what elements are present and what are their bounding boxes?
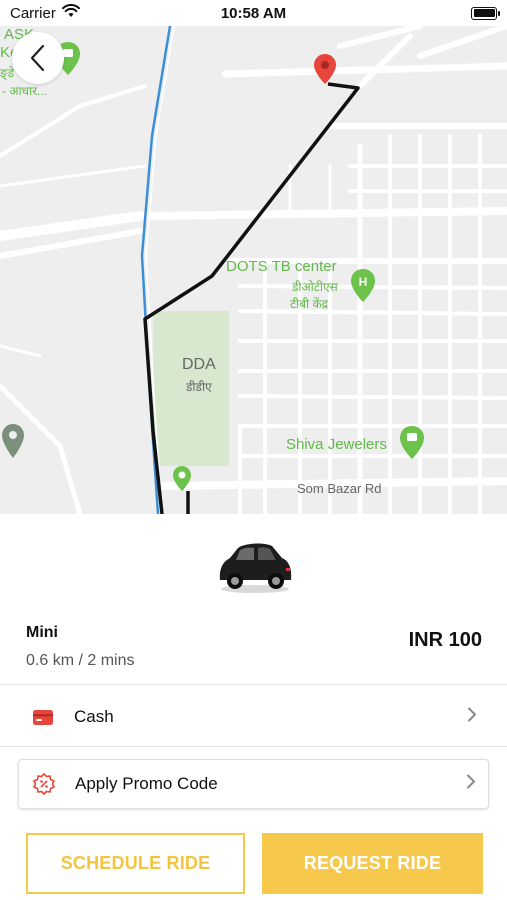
request-ride-button[interactable]: REQUEST RIDE — [262, 833, 483, 894]
credit-card-icon — [28, 702, 58, 732]
promo-code-row[interactable]: Apply Promo Code — [18, 759, 489, 809]
map-label-dda-hindi: डीडीए — [186, 380, 212, 394]
map-label-road: Som Bazar Rd — [297, 481, 382, 496]
map-label-dots-hindi: डीओटीएस — [292, 280, 338, 294]
car-image — [214, 536, 296, 596]
hospital-pin-icon: H — [351, 269, 375, 302]
ride-distance-time: 0.6 km / 2 mins — [26, 652, 135, 669]
map-label-ask: - आधार... — [2, 84, 47, 98]
wifi-icon — [61, 4, 80, 22]
divider — [0, 684, 507, 685]
back-button[interactable] — [12, 32, 64, 84]
destination-pin-icon — [314, 54, 336, 84]
poi-pin-icon — [2, 424, 24, 458]
svg-text:H: H — [359, 275, 368, 289]
chevron-right-icon — [467, 707, 477, 728]
chevron-left-icon — [30, 44, 45, 72]
chevron-right-icon — [466, 774, 476, 795]
divider — [0, 746, 507, 747]
payment-method-row[interactable]: Cash — [18, 700, 489, 734]
status-bar: Carrier 10:58 AM — [0, 0, 507, 26]
discount-badge-icon — [29, 769, 59, 799]
status-left: Carrier — [10, 4, 80, 22]
ride-price: INR 100 — [408, 629, 482, 651]
promo-code-label: Apply Promo Code — [75, 774, 218, 793]
map-label-dots: DOTS TB center — [226, 258, 337, 275]
battery-icon — [471, 6, 500, 20]
schedule-ride-button[interactable]: SCHEDULE RIDE — [26, 833, 245, 894]
map-view[interactable]: H ASK - Ke ङ्डे - आधार... DOTS TB center… — [0, 26, 507, 514]
map-label-dda: DDA — [182, 356, 216, 373]
map-label-ask: ङ्डे — [0, 66, 15, 80]
payment-method-label: Cash — [74, 707, 114, 726]
ride-type-name: Mini — [26, 624, 58, 641]
map-label-shiva: Shiva Jewelers — [286, 436, 387, 453]
carrier-label: Carrier — [10, 4, 56, 22]
map-label-dots-hindi: टीबी केंद्र — [290, 297, 329, 311]
ride-sheet: Mini 0.6 km / 2 mins INR 100 Cash Apply … — [0, 514, 507, 900]
